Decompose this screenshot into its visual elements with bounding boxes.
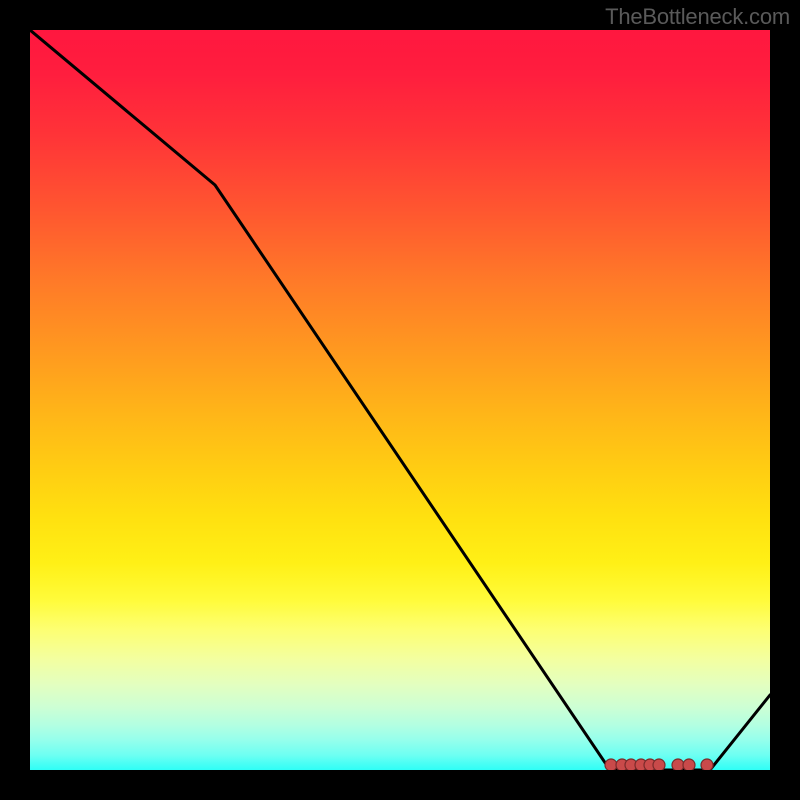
attribution-text: TheBottleneck.com [605,4,790,30]
marker-dot [605,759,617,770]
marker-group [605,759,713,770]
marker-dot [683,759,695,770]
line-chart-svg [30,30,770,770]
marker-dot [672,759,684,770]
chart-container: TheBottleneck.com [0,0,800,800]
marker-dot [701,759,713,770]
marker-dot [653,759,665,770]
bottleneck-curve [30,30,770,770]
plot-area [30,30,770,770]
